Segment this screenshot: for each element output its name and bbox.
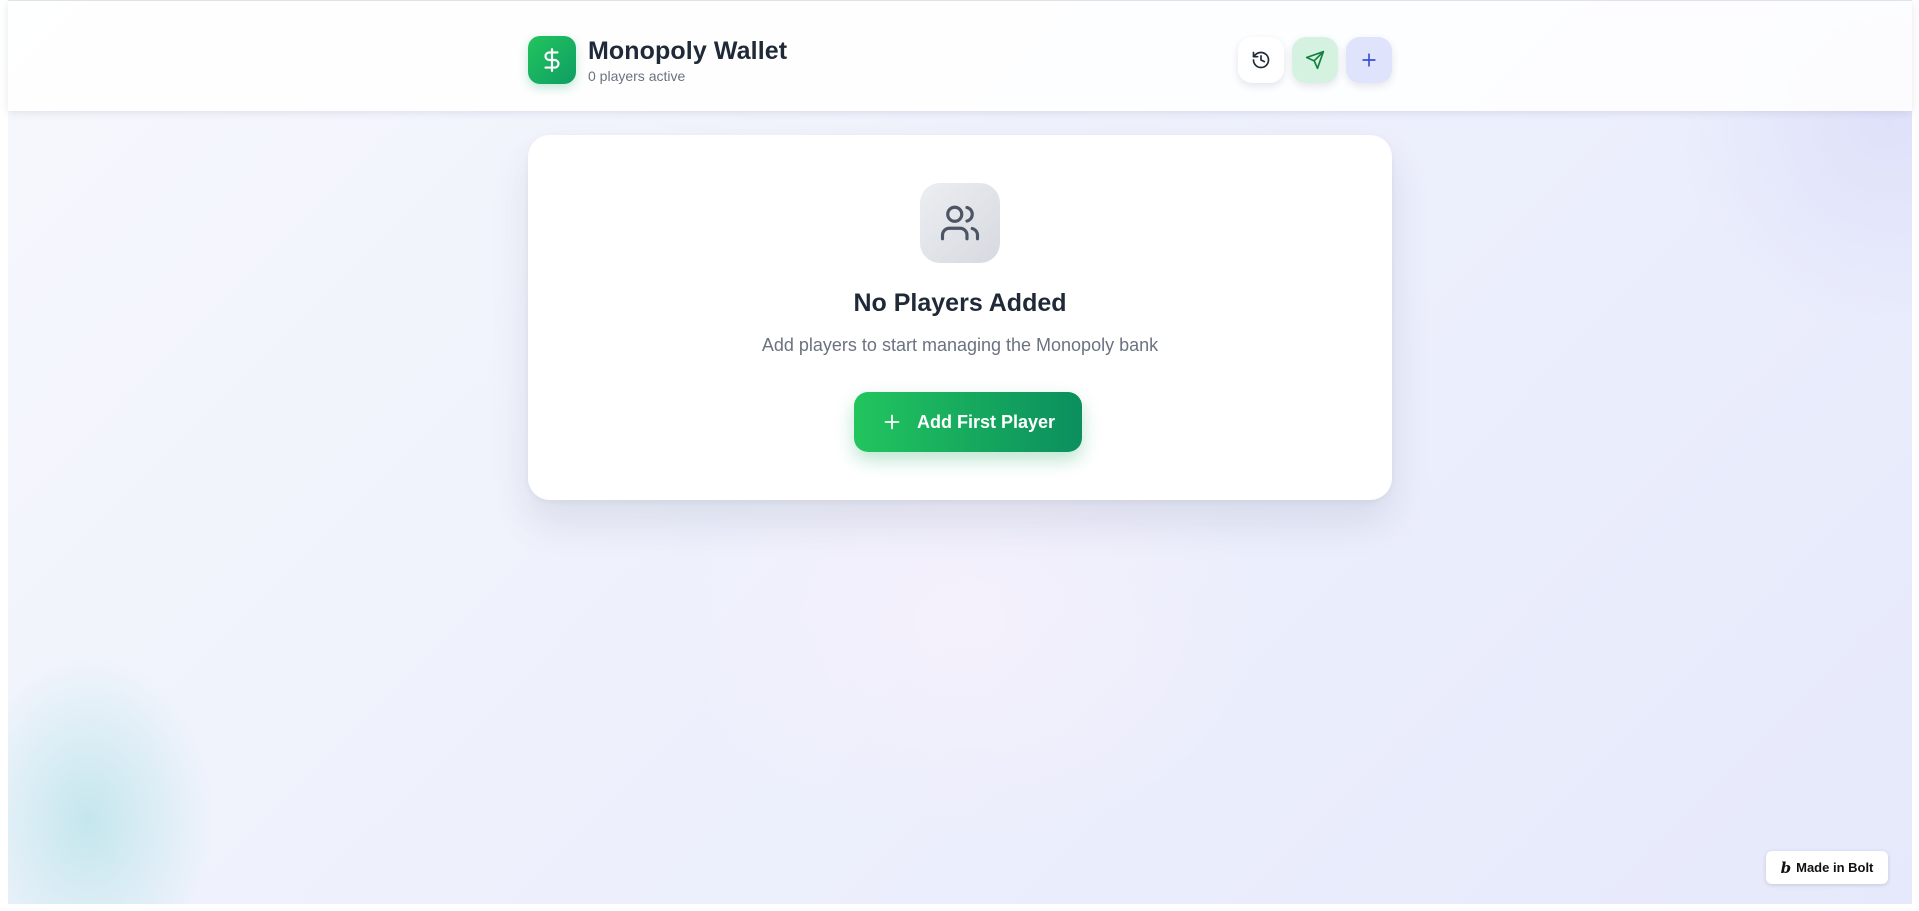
add-first-player-label: Add First Player — [916, 411, 1056, 432]
send-icon — [1305, 50, 1325, 70]
plus-icon — [1362, 53, 1376, 67]
players-active-count: 0 players active — [588, 68, 686, 84]
history-icon — [1252, 51, 1270, 69]
add-first-player-button[interactable]: Add First Player — [854, 392, 1082, 452]
app-background: Monopoly Wallet 0 players active No Play… — [8, 0, 1912, 904]
app-header: Monopoly Wallet 0 players active — [8, 1, 1912, 111]
bolt-logo-icon: b — [1780, 858, 1792, 877]
users-icon — [940, 205, 980, 241]
add-player-button[interactable] — [1346, 37, 1392, 83]
empty-state-icon-container — [920, 183, 1000, 263]
app-logo — [528, 36, 576, 84]
empty-state-description: Add players to start managing the Monopo… — [761, 335, 1159, 355]
plus-icon — [884, 414, 900, 430]
history-button[interactable] — [1238, 37, 1284, 83]
made-in-bolt-badge[interactable]: b Made in Bolt — [1766, 851, 1888, 884]
app-title: Monopoly Wallet — [588, 37, 788, 65]
empty-state-card: No Players Added Add players to start ma… — [528, 135, 1392, 500]
empty-state-title: No Players Added — [853, 289, 1067, 317]
send-money-button[interactable] — [1292, 37, 1338, 83]
made-in-bolt-label: Made in Bolt — [1796, 860, 1874, 875]
dollar-sign-icon — [544, 48, 560, 72]
